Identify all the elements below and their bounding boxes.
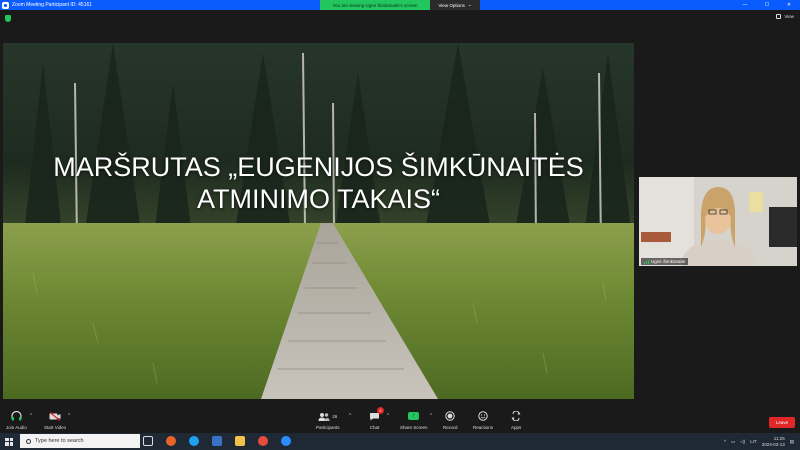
view-options-label: View Options xyxy=(438,2,465,8)
slide-background-image xyxy=(3,43,634,399)
chat-label: Chat xyxy=(369,425,380,430)
zoom-taskbar-icon[interactable] xyxy=(281,436,291,446)
close-button[interactable]: ✕ xyxy=(778,0,800,10)
zoom-app-icon xyxy=(2,1,9,9)
video-off-icon xyxy=(49,410,61,422)
taskbar-clock[interactable]: 11:25 2023-03-13 xyxy=(762,436,785,448)
smiley-icon xyxy=(478,410,488,422)
taskbar-pinned-apps xyxy=(143,436,291,446)
audio-options-chevron-icon[interactable]: ^ xyxy=(30,413,32,419)
chevron-down-icon: ⌄ xyxy=(467,2,472,7)
meeting-toolbar: Join Audio ^ Start Video ^ 26 Participan… xyxy=(0,407,800,433)
record-button[interactable]: Record xyxy=(443,410,458,430)
participants-label: Participants xyxy=(316,425,340,430)
share-screen-button[interactable]: ↑ Share Screen xyxy=(400,410,428,430)
participant-name-tag: Ugnė Šimkūnaitė xyxy=(641,258,689,265)
join-audio-button[interactable]: Join Audio xyxy=(6,410,27,430)
windows-taskbar: Type here to search ^ ▭ ◁) LIT 11:25 202… xyxy=(0,433,800,450)
view-button[interactable]: View xyxy=(776,14,794,19)
participant-video-image xyxy=(639,177,797,266)
slide-title-line-2: ATMINIMO TAKAIS“ xyxy=(196,184,440,214)
tray-chevron-up-icon[interactable]: ^ xyxy=(724,439,726,444)
headphones-icon xyxy=(11,410,22,422)
participant-video-tile[interactable]: Ugnė Šimkūnaitė xyxy=(639,177,797,266)
join-audio-label: Join Audio xyxy=(6,425,27,430)
record-label: Record xyxy=(443,425,458,430)
view-button-label: View xyxy=(784,14,794,19)
search-icon xyxy=(26,438,31,444)
signal-strength-icon xyxy=(644,259,649,264)
chat-chevron-icon[interactable]: ^ xyxy=(387,413,389,419)
maximize-button[interactable]: ☐ xyxy=(756,0,778,10)
minimize-button[interactable]: — xyxy=(734,0,756,10)
apps-button[interactable]: Apps xyxy=(511,410,521,430)
viewing-screen-banner: You are viewing Ugnė Šimkūnaitė's screen xyxy=(320,0,430,10)
chat-button[interactable]: 2 Chat xyxy=(369,407,384,430)
firefox-icon[interactable] xyxy=(166,436,176,446)
chat-icon: 2 xyxy=(369,407,384,422)
reactions-label: Reactions xyxy=(473,425,494,430)
apps-icon xyxy=(511,410,521,422)
taskbar-search-box[interactable]: Type here to search xyxy=(20,434,140,448)
shield-icon[interactable] xyxy=(5,15,11,22)
video-options-chevron-icon[interactable]: ^ xyxy=(68,413,70,419)
share-chevron-icon[interactable]: ^ xyxy=(430,413,432,419)
reactions-button[interactable]: Reactions xyxy=(473,410,493,430)
slide-title: MARŠRUTAS „EUGENIJOS ŠIMKŪNAITĖS ATMINIM… xyxy=(3,151,634,215)
participants-count: 26 xyxy=(332,413,338,419)
file-explorer-icon[interactable] xyxy=(235,436,245,446)
system-tray: ^ ▭ ◁) LIT 11:25 2023-03-13 ▤ xyxy=(724,433,794,450)
edge-icon[interactable] xyxy=(189,436,199,446)
start-video-button[interactable]: Start Video xyxy=(44,410,66,430)
view-options-button[interactable]: View Options ⌄ xyxy=(430,0,480,10)
share-screen-icon: ↑ xyxy=(408,410,420,422)
participants-button[interactable]: 26 Participants xyxy=(316,410,340,430)
window-controls: — ☐ ✕ xyxy=(734,0,800,10)
participants-icon: 26 xyxy=(318,410,337,422)
share-screen-label: Share Screen xyxy=(400,425,428,430)
record-icon xyxy=(445,410,455,422)
volume-icon[interactable]: ◁) xyxy=(740,439,745,445)
windows-start-icon[interactable] xyxy=(5,437,13,446)
clock-date: 2023-03-13 xyxy=(761,441,785,447)
taskbar-search-placeholder: Type here to search xyxy=(35,438,84,444)
window-title: Zoom Meeting Participant ID: 45161 xyxy=(12,2,93,8)
meeting-top-strip: View xyxy=(0,10,800,42)
task-view-icon[interactable] xyxy=(143,436,153,446)
leave-button[interactable]: Leave xyxy=(769,417,795,428)
shared-screen: MARŠRUTAS „EUGENIJOS ŠIMKŪNAITĖS ATMINIM… xyxy=(3,43,634,399)
apps-label: Apps xyxy=(511,425,522,430)
teams-icon[interactable] xyxy=(212,436,222,446)
grid-view-icon xyxy=(776,14,782,19)
participant-name: Ugnė Šimkūnaitė xyxy=(651,259,686,264)
keyboard-language[interactable]: LIT xyxy=(750,439,757,444)
chrome-icon[interactable] xyxy=(258,436,268,446)
network-icon[interactable]: ▭ xyxy=(731,439,735,445)
chat-unread-badge: 2 xyxy=(377,407,384,414)
slide-title-line-1: MARŠRUTAS „EUGENIJOS ŠIMKŪNAITĖS xyxy=(53,152,584,182)
notifications-icon[interactable]: ▤ xyxy=(790,439,794,445)
start-video-label: Start Video xyxy=(44,425,67,430)
participants-chevron-icon[interactable]: ^ xyxy=(349,413,351,419)
